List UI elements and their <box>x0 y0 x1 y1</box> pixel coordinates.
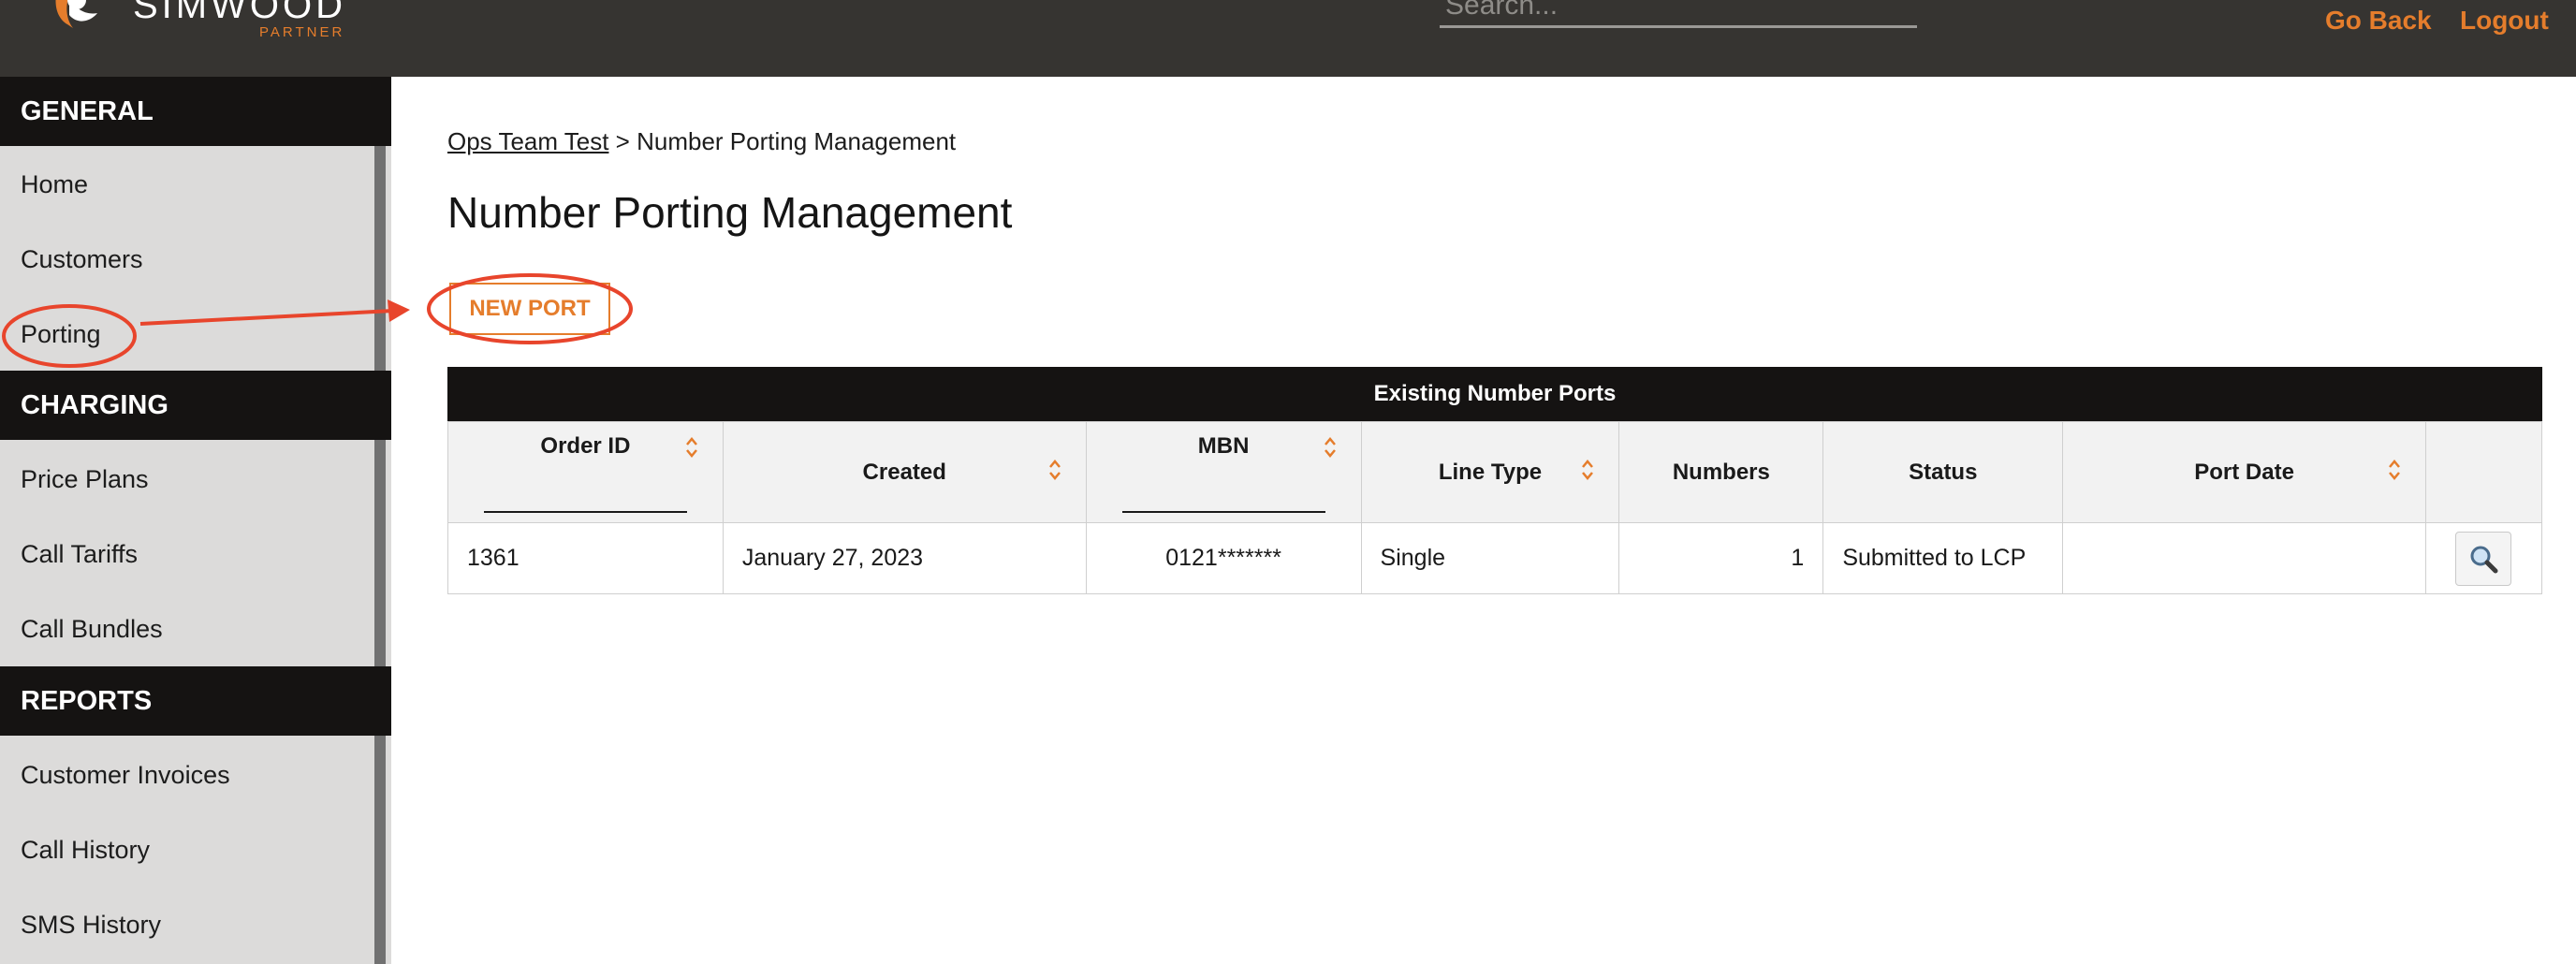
sort-icon[interactable] <box>1048 458 1061 482</box>
column-header-mbn[interactable]: MBN <box>1085 421 1362 523</box>
sort-icon[interactable] <box>2388 458 2401 482</box>
column-label-line-type: Line Type <box>1438 459 1543 485</box>
sidebar-item-call-bundles[interactable]: Call Bundles <box>21 615 163 644</box>
column-header-port-date[interactable]: Port Date <box>2062 421 2426 523</box>
sidebar-item-home[interactable]: Home <box>21 170 88 199</box>
sort-icon[interactable] <box>1324 435 1337 460</box>
logout-link[interactable]: Logout <box>2460 6 2549 36</box>
cell-port-date <box>2062 522 2426 594</box>
column-label-port-date: Port Date <box>2194 459 2294 485</box>
page-title: Number Porting Management <box>447 188 1013 237</box>
magnifier-icon <box>2470 546 2498 573</box>
cell-status: Submitted to LCP <box>1822 522 2064 594</box>
table-header-row: Order ID Created MBN Line Type Numbers S… <box>447 421 2543 523</box>
search-input[interactable] <box>1440 0 1917 28</box>
sidebar-section-general: GENERAL <box>0 77 391 146</box>
cell-order-id: 1361 <box>447 522 724 594</box>
sidebar-section-charging: CHARGING <box>0 371 391 440</box>
table-caption: Existing Number Ports <box>447 367 2542 421</box>
sidebar-scrollbar[interactable] <box>374 77 386 964</box>
breadcrumb-separator: > <box>608 127 637 155</box>
breadcrumb: Ops Team Test > Number Porting Managemen… <box>447 127 956 156</box>
column-label-created: Created <box>862 459 946 485</box>
new-port-button[interactable]: NEW PORT <box>449 283 610 335</box>
cell-line-type: Single <box>1360 522 1620 594</box>
sidebar-item-customer-invoices[interactable]: Customer Invoices <box>21 761 230 790</box>
logo-subtitle: PARTNER <box>259 24 345 40</box>
cell-created: January 27, 2023 <box>722 522 1087 594</box>
sidebar-item-sms-history[interactable]: SMS History <box>21 911 161 940</box>
column-label-status: Status <box>1909 459 1978 485</box>
breadcrumb-current: Number Porting Management <box>637 127 957 155</box>
column-label-order-id: Order ID <box>540 433 631 459</box>
column-header-order-id[interactable]: Order ID <box>447 421 724 523</box>
breadcrumb-parent-link[interactable]: Ops Team Test <box>447 127 608 155</box>
sidebar <box>0 77 391 964</box>
sidebar-item-call-history[interactable]: Call History <box>21 836 150 865</box>
sidebar-section-reports: REPORTS <box>0 666 391 736</box>
sidebar-item-porting[interactable]: Porting <box>21 320 101 349</box>
order-id-filter-input[interactable] <box>484 511 687 513</box>
column-header-line-type[interactable]: Line Type <box>1360 421 1620 523</box>
mbn-filter-input[interactable] <box>1121 511 1325 513</box>
logo-text: SIMWOOD <box>133 0 346 26</box>
cell-actions <box>2424 522 2543 594</box>
column-label-numbers: Numbers <box>1672 459 1770 485</box>
cell-numbers: 1 <box>1618 522 1824 594</box>
column-header-actions <box>2424 421 2543 523</box>
column-label-mbn: MBN <box>1197 433 1250 459</box>
column-header-created[interactable]: Created <box>722 421 1087 523</box>
cell-mbn: 0121******* <box>1085 522 1362 594</box>
sort-icon[interactable] <box>1581 458 1594 482</box>
go-back-link[interactable]: Go Back <box>2325 6 2432 36</box>
sort-icon[interactable] <box>685 435 698 460</box>
column-header-status: Status <box>1822 421 2064 523</box>
column-header-numbers: Numbers <box>1618 421 1824 523</box>
top-header: SIMWOOD PARTNER Go Back Logout <box>0 0 2576 77</box>
simwood-logo-icon <box>55 0 97 28</box>
sidebar-item-price-plans[interactable]: Price Plans <box>21 465 149 494</box>
existing-ports-table: Existing Number Ports Order ID Created M… <box>447 367 2543 594</box>
sidebar-item-customers[interactable]: Customers <box>21 245 143 274</box>
table-row: 1361 January 27, 2023 0121******* Single… <box>447 522 2543 594</box>
sidebar-item-call-tariffs[interactable]: Call Tariffs <box>21 540 138 569</box>
view-port-button[interactable] <box>2455 531 2512 586</box>
